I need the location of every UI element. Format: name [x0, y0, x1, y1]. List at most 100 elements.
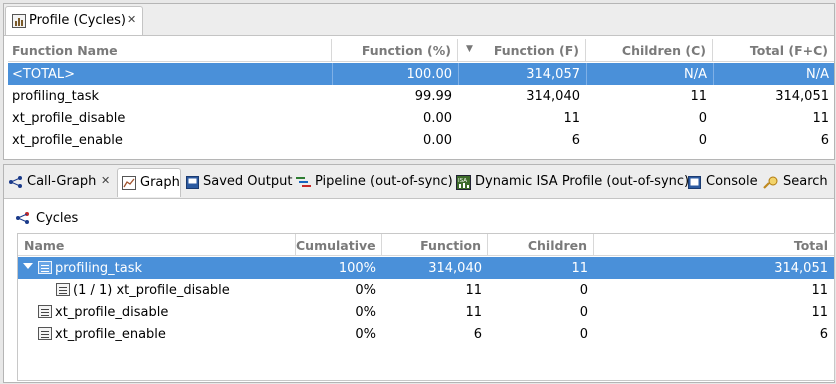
cell-total: 6 [820, 133, 829, 148]
col-function-f-label: Function (F) [493, 43, 579, 58]
cell-total: 11 [811, 283, 828, 298]
tab-console-label: Console [706, 174, 758, 189]
table-row-total[interactable]: <TOTAL> 100.00 314,057 N/A N/A [8, 63, 834, 85]
cell-function: 11 [465, 283, 482, 298]
cell-cumulative: 0% [355, 327, 376, 342]
col-children[interactable]: Children [488, 234, 594, 256]
cell-name: xt_profile_enable [12, 133, 123, 148]
cell-children: 11 [690, 89, 707, 104]
cell-total: N/A [806, 67, 829, 82]
col-children-c[interactable]: Children (C) [586, 39, 713, 62]
cycles-icon [16, 212, 29, 224]
cell-func: 314,040 [526, 89, 580, 104]
tree-row-child[interactable]: (1 / 1) xt_profile_disable 0% 11 0 11 [18, 279, 834, 301]
cell-name: (1 / 1) xt_profile_disable [73, 283, 230, 298]
cell-pct: 99.99 [414, 89, 452, 104]
tab-search[interactable]: Search [762, 168, 832, 196]
function-icon [38, 305, 52, 318]
col-cumulative[interactable]: Cumulative [296, 234, 382, 256]
tab-saved-output[interactable]: Saved Output [184, 168, 293, 196]
tab-console[interactable]: Console [687, 168, 759, 196]
col-total-fc[interactable]: Total (F+C) [713, 39, 834, 62]
cell-total: 314,051 [774, 261, 828, 276]
cell-children: 0 [698, 133, 707, 148]
tree-row[interactable]: xt_profile_disable 0% 11 0 11 [18, 301, 834, 323]
cell-func: 6 [571, 133, 580, 148]
profile-table: Function Name Function (%) ▼ Function (F… [8, 39, 834, 155]
tree-row-profiling-task[interactable]: profiling_task 100% 314,040 11 314,051 [18, 257, 834, 279]
cell-function: 11 [465, 305, 482, 320]
saved-output-icon [186, 176, 199, 189]
table-row[interactable]: profiling_task 99.99 314,040 11 314,051 [8, 85, 834, 107]
svg-text:ISA: ISA [458, 178, 467, 184]
tree-row[interactable]: xt_profile_enable 0% 6 0 6 [18, 323, 834, 345]
call-graph-view: Call-Graph ✕ Graph Saved Output Pipeline… [3, 164, 835, 383]
tab-profile-label: Profile (Cycles) [29, 13, 126, 28]
profile-icon [12, 14, 26, 28]
close-icon[interactable]: ✕ [127, 13, 136, 26]
cell-pct: 0.00 [423, 111, 452, 126]
col-name[interactable]: Name [18, 234, 296, 256]
cell-children: 0 [579, 305, 588, 320]
tab-dynamic-isa[interactable]: ISA Dynamic ISA Profile (out-of-sync) [456, 168, 689, 196]
bottom-tab-bar: Call-Graph ✕ Graph Saved Output Pipeline… [4, 165, 834, 199]
cell-function: 314,040 [428, 261, 482, 276]
tab-saved-output-label: Saved Output [203, 174, 293, 189]
profile-view: Profile (Cycles) ✕ Function Name Functio… [3, 3, 835, 160]
cell-children: 0 [698, 111, 707, 126]
tab-graph[interactable]: Graph [117, 168, 181, 197]
tab-graph-label: Graph [140, 175, 180, 190]
function-icon [38, 261, 52, 274]
cell-cumulative: 0% [355, 283, 376, 298]
col-function-pct[interactable]: Function (%) [332, 39, 458, 62]
cell-cumulative: 100% [338, 261, 376, 276]
cell-children: N/A [684, 67, 707, 82]
col-function[interactable]: Function [382, 234, 488, 256]
table-row[interactable]: xt_profile_disable 0.00 11 0 11 [8, 107, 834, 129]
cell-total: 11 [812, 111, 829, 126]
col-function-name[interactable]: Function Name [8, 39, 332, 62]
cell-children: 11 [571, 261, 588, 276]
cell-name: xt_profile_enable [55, 327, 166, 342]
function-icon [38, 327, 52, 340]
cell-name: profiling_task [12, 89, 100, 104]
cell-name: profiling_task [55, 261, 143, 276]
cell-cumulative: 0% [355, 305, 376, 320]
cell-children: 0 [579, 327, 588, 342]
graph-icon [122, 176, 136, 190]
col-function-f[interactable]: ▼ Function (F) [458, 39, 586, 62]
cell-total: 6 [819, 327, 828, 342]
call-graph-tree: Name Cumulative Function Children Total … [17, 233, 835, 381]
console-icon [688, 176, 701, 189]
expand-toggle-icon[interactable] [23, 263, 33, 269]
cycles-title: Cycles [36, 211, 79, 226]
tab-pipeline[interactable]: Pipeline (out-of-sync) [296, 168, 453, 196]
cell-name: xt_profile_disable [55, 305, 169, 320]
cell-func: 314,057 [526, 67, 580, 82]
cell-pct: 100.00 [406, 67, 453, 82]
cell-pct: 0.00 [423, 133, 452, 148]
tab-profile-cycles[interactable]: Profile (Cycles) ✕ [5, 6, 143, 35]
search-icon [763, 176, 778, 189]
cell-total: 11 [811, 305, 828, 320]
tab-dynamic-isa-label: Dynamic ISA Profile (out-of-sync) [475, 174, 690, 189]
cell-function: 6 [473, 327, 482, 342]
cell-name: xt_profile_disable [12, 111, 126, 126]
tab-search-label: Search [783, 174, 828, 189]
tab-call-graph-label: Call-Graph [27, 174, 97, 189]
pipeline-icon [296, 177, 311, 187]
profile-tab-bar: Profile (Cycles) ✕ [4, 4, 834, 36]
cell-func: 11 [563, 111, 580, 126]
cell-children: 0 [579, 283, 588, 298]
cell-name: <TOTAL> [12, 67, 76, 82]
tab-pipeline-label: Pipeline (out-of-sync) [315, 174, 453, 189]
cell-total: 314,051 [775, 89, 829, 104]
close-icon[interactable]: ✕ [101, 174, 110, 187]
sort-desc-icon: ▼ [466, 44, 473, 54]
isa-icon: ISA [456, 175, 471, 190]
function-icon [56, 283, 70, 296]
call-graph-icon [9, 176, 22, 188]
col-total[interactable]: Total [594, 234, 834, 256]
table-row[interactable]: xt_profile_enable 0.00 6 0 6 [8, 129, 834, 151]
tab-call-graph[interactable]: Call-Graph ✕ [6, 168, 116, 196]
